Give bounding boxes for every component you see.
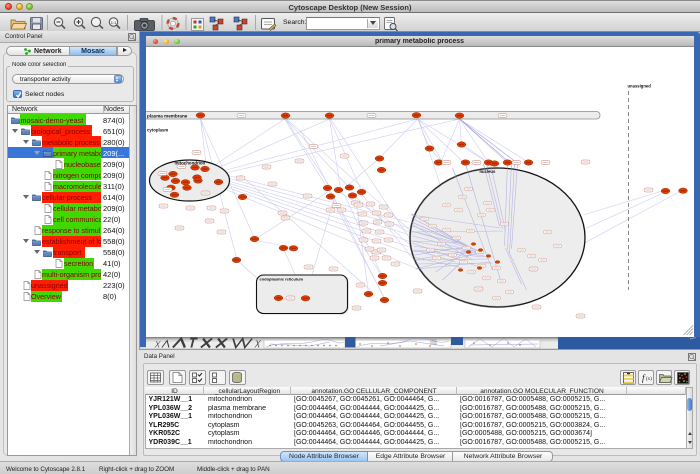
svg-text:unassigned: unassigned: [627, 84, 651, 89]
svg-text:mitochondrion: mitochondrion: [174, 161, 205, 166]
svg-text:cytoplasm: cytoplasm: [147, 128, 168, 133]
svg-text:(x): (x): [646, 377, 652, 382]
svg-text:1:1: 1:1: [111, 20, 117, 25]
svg-text:endoplasmic reticulum: endoplasmic reticulum: [259, 277, 303, 282]
svg-text:nucleus: nucleus: [479, 169, 495, 174]
svg-text:plasma membrane: plasma membrane: [147, 113, 188, 118]
